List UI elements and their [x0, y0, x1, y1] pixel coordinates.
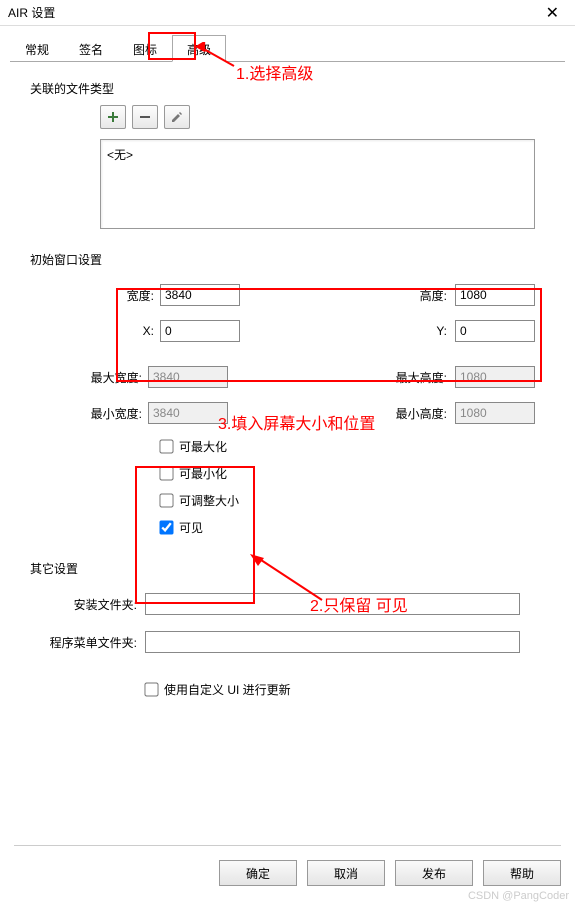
pencil-icon — [171, 111, 183, 123]
edit-button[interactable] — [164, 105, 190, 129]
minh-label: 最小高度: — [395, 405, 455, 422]
publish-button[interactable]: 发布 — [395, 860, 473, 886]
footer-buttons: 确定 取消 发布 帮助 — [14, 845, 561, 886]
remove-button[interactable] — [132, 105, 158, 129]
minw-input — [148, 402, 228, 424]
watermark: CSDN @PangCoder — [468, 890, 569, 902]
maximize-label: 可最大化 — [179, 438, 227, 455]
tabs-bar: 常规 签名 图标 高级 — [10, 34, 565, 62]
custom-ui-label: 使用自定义 UI 进行更新 — [164, 681, 291, 698]
minus-icon — [139, 111, 151, 123]
window-title: AIR 设置 — [8, 4, 55, 21]
filetypes-empty: <无> — [107, 148, 133, 162]
ok-button[interactable]: 确定 — [219, 860, 297, 886]
title-bar: AIR 设置 ✕ — [0, 0, 575, 26]
install-dir-label: 安装文件夹: — [10, 596, 145, 613]
help-button[interactable]: 帮助 — [483, 860, 561, 886]
annotation-highlight-tab — [148, 32, 196, 60]
tab-general[interactable]: 常规 — [10, 35, 64, 62]
menu-dir-input[interactable] — [145, 631, 520, 653]
minh-input — [455, 402, 535, 424]
filetypes-toolbar — [100, 105, 565, 129]
cancel-button[interactable]: 取消 — [307, 860, 385, 886]
custom-ui-checkbox[interactable] — [144, 682, 158, 696]
menu-dir-label: 程序菜单文件夹: — [10, 634, 145, 651]
minw-label: 最小宽度: — [70, 405, 148, 422]
maximize-checkbox[interactable] — [159, 439, 173, 453]
plus-icon — [107, 111, 119, 123]
filetypes-label: 关联的文件类型 — [30, 80, 565, 97]
other-label: 其它设置 — [30, 560, 565, 577]
annotation-highlight-checkboxes — [135, 466, 255, 604]
close-icon[interactable]: ✕ — [538, 3, 567, 23]
tab-signature[interactable]: 签名 — [64, 35, 118, 62]
filetypes-list[interactable]: <无> — [100, 139, 535, 229]
add-button[interactable] — [100, 105, 126, 129]
initwin-label: 初始窗口设置 — [30, 251, 565, 268]
annotation-highlight-grid — [116, 288, 542, 382]
